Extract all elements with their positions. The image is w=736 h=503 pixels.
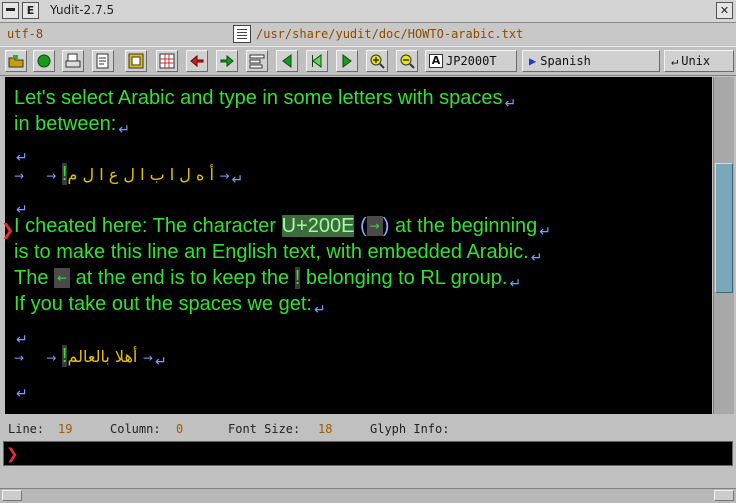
text-cursor-icon: ❯ [1, 220, 15, 239]
toolbar: A JP2000T ▶ Spanish ↵ Unix [0, 46, 736, 76]
editor-line: is to make this line an English text, wi… [14, 241, 543, 266]
glyph-table-icon[interactable] [156, 50, 178, 72]
editor-line: ↵ [16, 386, 28, 402]
zoom-out-icon[interactable] [396, 50, 418, 72]
column-label: Column: [110, 422, 161, 436]
line-ending-label: Unix [681, 54, 711, 68]
record-icon[interactable] [33, 50, 55, 72]
title-bar: E Yudit-2.7.5 ✕ [0, 0, 736, 23]
font-a-icon: A [429, 54, 443, 68]
text-editor[interactable]: Let's select Arabic and type in some let… [5, 77, 712, 414]
vertical-scrollbar[interactable] [713, 77, 734, 414]
window-menu-icon[interactable] [2, 2, 19, 19]
language-label: Spanish [540, 54, 591, 68]
play-icon: ▶ [529, 54, 537, 68]
redo-icon[interactable] [216, 50, 238, 72]
editor-line: in between: ↵ [14, 113, 131, 138]
input-method-selector[interactable]: ▶ Spanish [522, 50, 660, 72]
file-path: /usr/share/yudit/doc/HOWTO-arabic.txt [256, 27, 524, 41]
return-icon: ↵ [671, 54, 679, 68]
editor-line: ↵ [16, 202, 28, 218]
font-size-value: 18 [318, 422, 333, 436]
arabic-spaced-text: أ ه ل ا ب ا ل ع ا ل م [67, 165, 214, 184]
window-title: Yudit-2.7.5 [50, 3, 115, 17]
editor-line: I cheated here: The character U+200E (→)… [14, 215, 552, 240]
resize-handle-right[interactable] [714, 490, 734, 501]
bottom-bar [0, 488, 736, 503]
print-preview-icon[interactable] [92, 50, 114, 72]
keyboard-map-icon[interactable] [125, 50, 147, 72]
editor-line: ↵ [16, 332, 28, 348]
print-icon[interactable] [62, 50, 84, 72]
zoom-in-icon[interactable] [366, 50, 388, 72]
editor-line-arabic: → → !أهلا بالعالم → ↵ [14, 345, 167, 370]
editor-line-arabic: → → !أ ه ل ا ب ا ل ع ا ل م → ↵ [14, 163, 244, 188]
lrm-mark: → [366, 216, 383, 236]
line-label: Line: [8, 422, 45, 436]
resize-handle-left[interactable] [2, 490, 22, 501]
glyph-info-label: Glyph Info: [370, 422, 450, 436]
close-button[interactable]: ✕ [716, 2, 733, 19]
font-selector[interactable]: A JP2000T [425, 50, 517, 72]
line-ending-selector[interactable]: ↵ Unix [664, 50, 734, 72]
next-page-icon[interactable] [336, 50, 358, 72]
rlm-mark: ← [54, 268, 71, 288]
encoding-label[interactable]: utf-8 [7, 27, 43, 41]
font-size-label: Font Size: [228, 422, 301, 436]
editor-line: Let's select Arabic and type in some let… [14, 87, 517, 112]
editor-line: If you take out the spaces we get: ↵ [14, 293, 326, 318]
editor-line: ↵ [16, 150, 28, 166]
column-value: 0 [176, 422, 184, 436]
command-input[interactable]: ❯ [3, 441, 733, 466]
first-page-icon[interactable] [276, 50, 298, 72]
undo-icon[interactable] [186, 50, 208, 72]
command-cursor-icon: ❯ [6, 445, 19, 463]
file-info-row: utf-8 /usr/share/yudit/doc/HOWTO-arabic.… [0, 23, 736, 45]
font-label: JP2000T [446, 54, 497, 68]
document-icon [233, 25, 251, 43]
open-folder-icon[interactable] [5, 50, 27, 72]
editor-menu-button[interactable]: E [22, 2, 39, 19]
arabic-joined-text: أهلا بالعالم [67, 347, 138, 366]
editor-line: The ← at the end is to keep the ! belong… [14, 267, 522, 292]
scrollbar-thumb[interactable] [715, 163, 733, 293]
previous-page-icon[interactable] [306, 50, 328, 72]
status-bar: Line: 19 Column: 0 Font Size: 18 Glyph I… [0, 418, 736, 440]
code-highlight: U+200E [281, 215, 355, 237]
text-direction-icon[interactable] [246, 50, 268, 72]
line-value: 19 [58, 422, 73, 436]
